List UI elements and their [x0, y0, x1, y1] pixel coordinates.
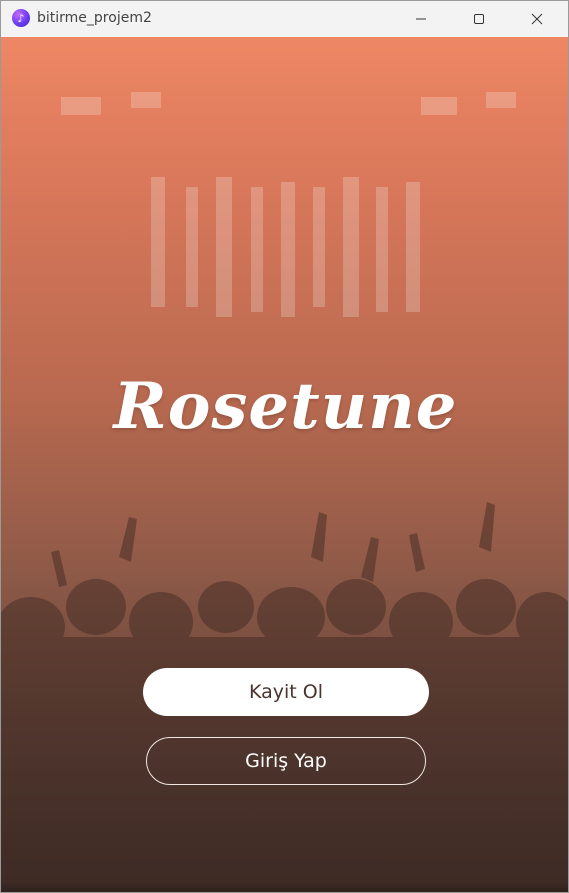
maximize-button[interactable]	[450, 1, 508, 37]
register-button[interactable]: Kayit Ol	[143, 668, 429, 716]
minimize-button[interactable]	[392, 1, 450, 37]
title-bar[interactable]: ♪ bitirme_projem2	[1, 1, 568, 37]
app-logo-text: Rosetune	[113, 369, 458, 444]
login-button[interactable]: Giriş Yap	[146, 737, 426, 785]
app-window: ♪ bitirme_projem2 Rosetune Kayit Ol Giri…	[0, 0, 569, 893]
app-music-icon: ♪	[12, 9, 30, 27]
close-icon	[531, 13, 543, 25]
bottom-shadow	[1, 882, 568, 892]
close-button[interactable]	[508, 1, 566, 37]
window-title: bitirme_projem2	[37, 10, 152, 26]
maximize-icon	[474, 14, 484, 24]
stage-lights-background	[61, 92, 516, 317]
minimize-icon	[416, 18, 426, 20]
welcome-screen: Rosetune Kayit Ol Giriş Yap	[1, 37, 568, 892]
